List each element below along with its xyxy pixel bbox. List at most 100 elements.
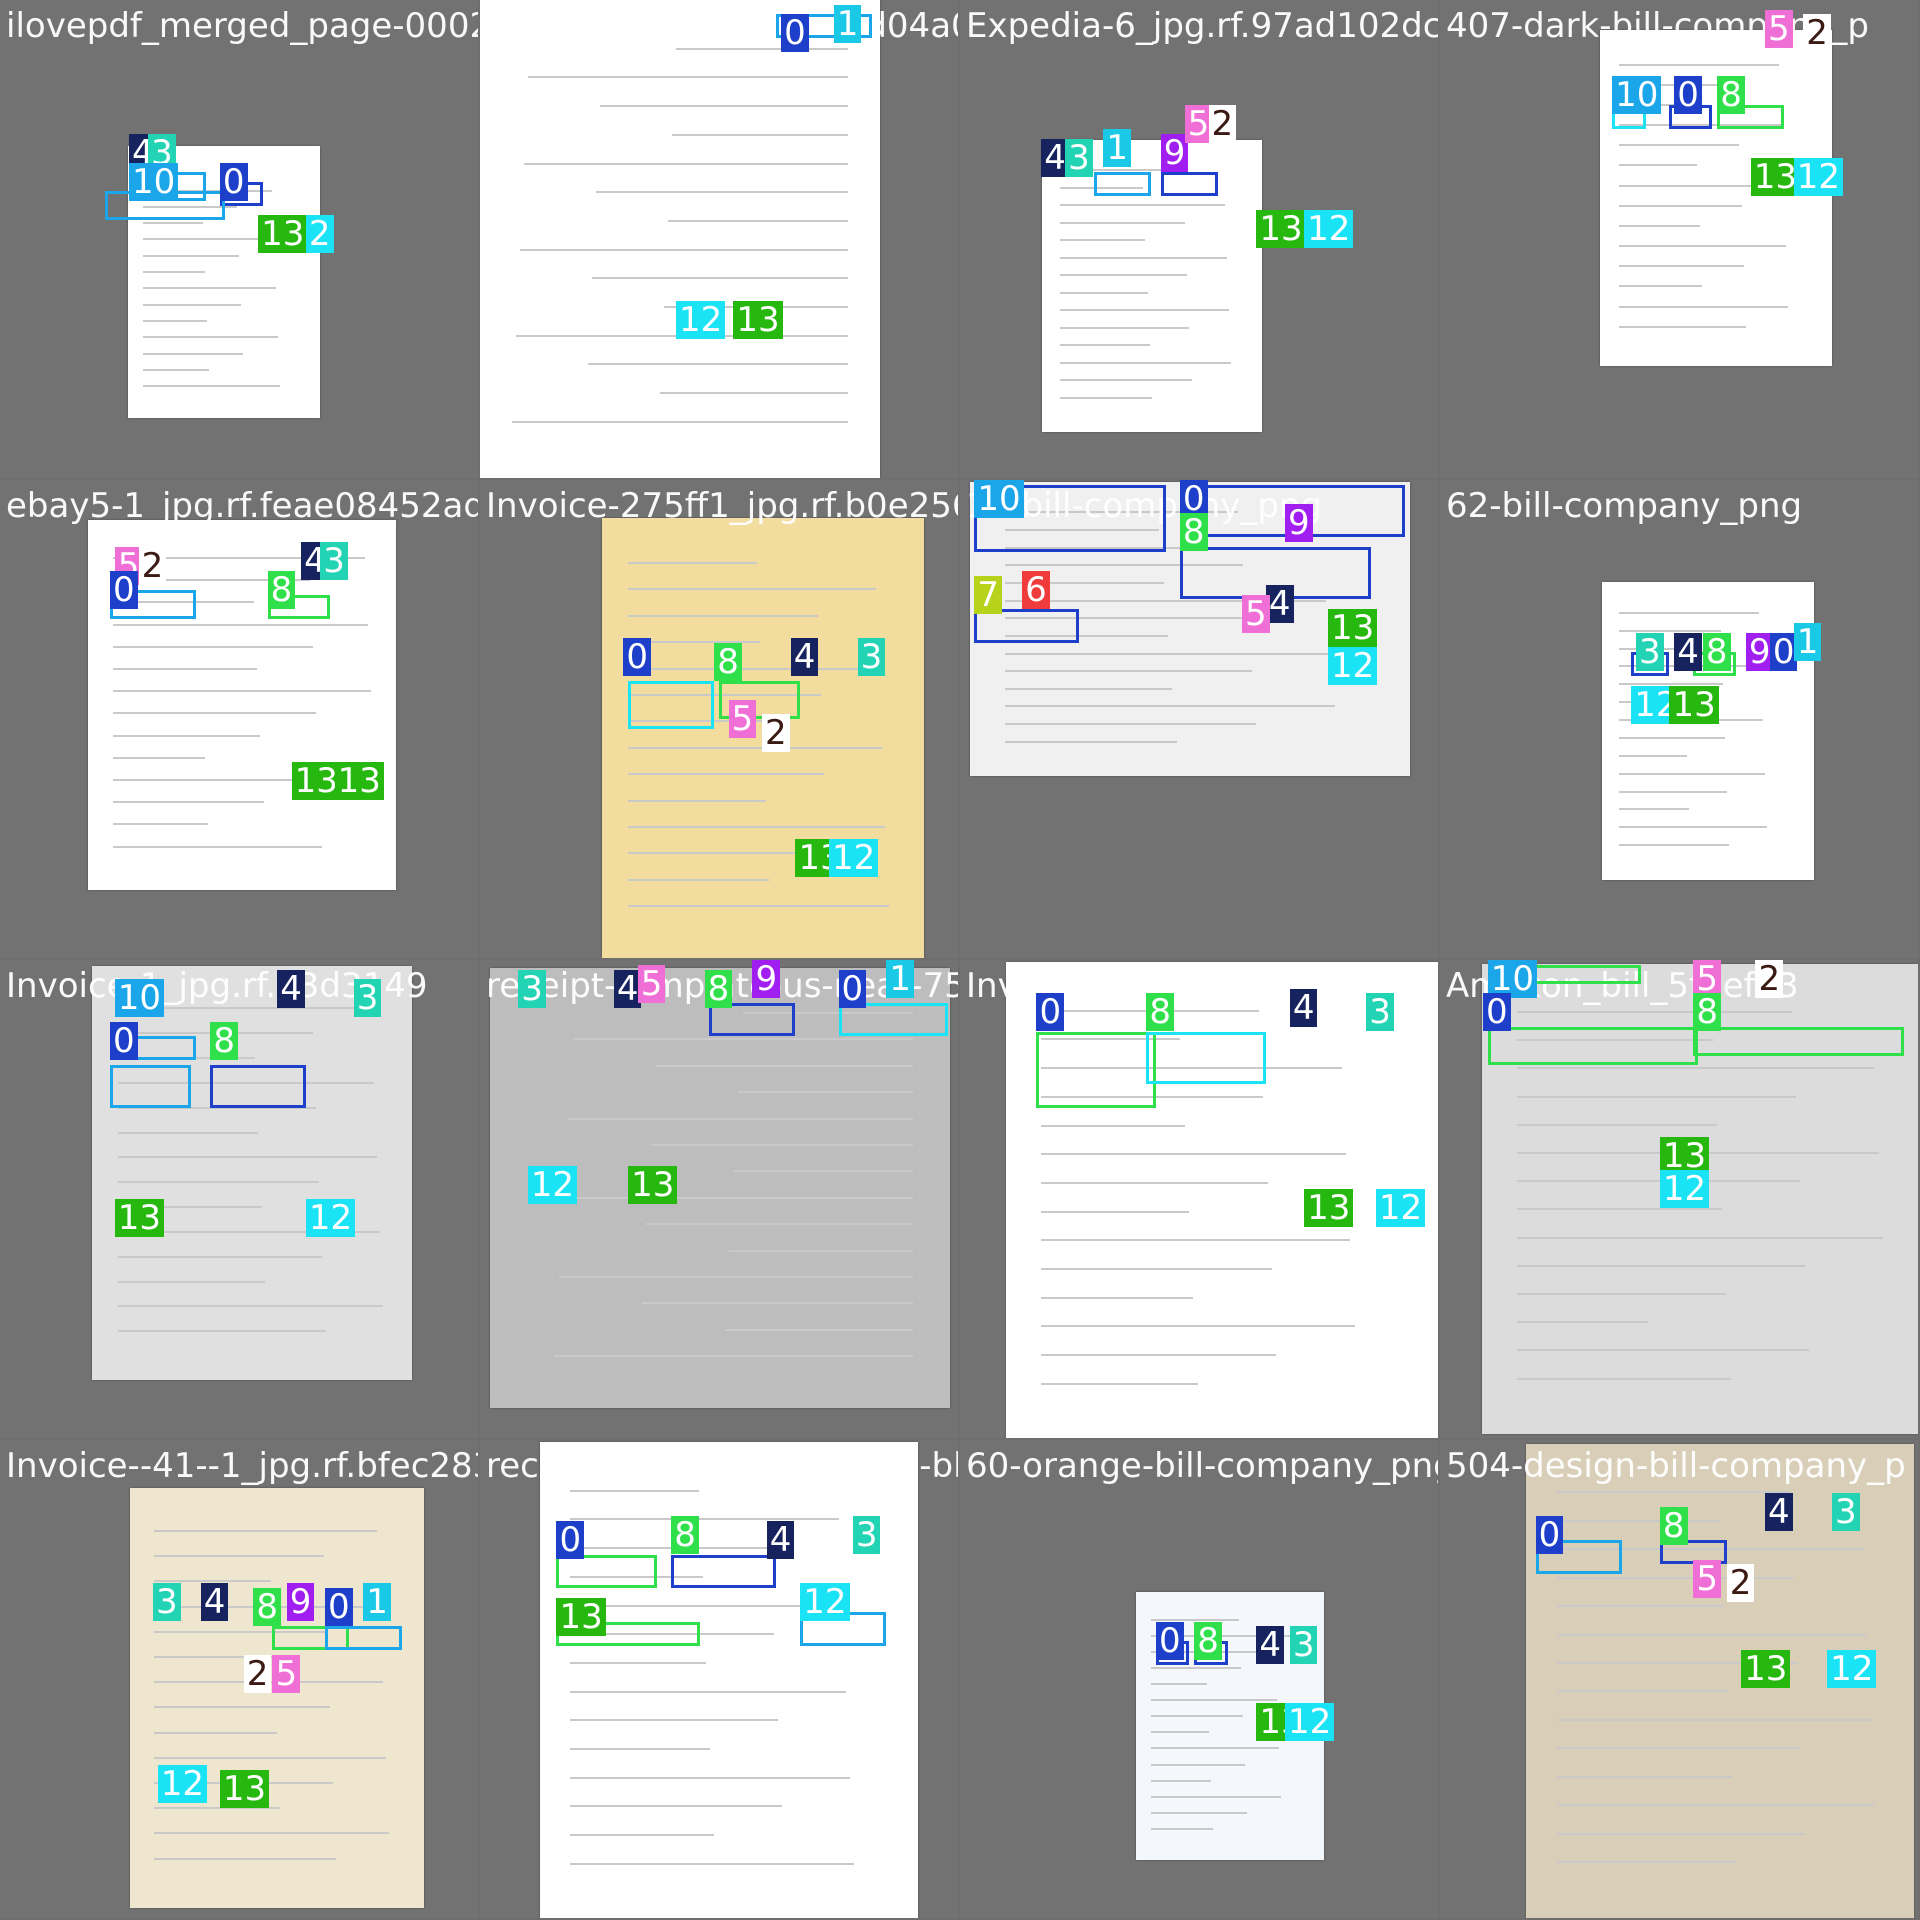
document-text-line: [1557, 1718, 1872, 1721]
class-label-3: 3: [152, 1583, 181, 1622]
document-text-line: [143, 303, 242, 306]
document-text-line: [1618, 164, 1698, 167]
document-text-line: [1557, 1491, 1790, 1494]
class-label-12: 12: [800, 1583, 850, 1622]
document-text-line: [112, 623, 369, 626]
document-text-line: [1618, 772, 1766, 775]
class-label-13: 13: [733, 301, 783, 340]
document-text-line: [1040, 1153, 1347, 1156]
document-text-line: [1516, 1180, 1801, 1183]
document-text-line: [641, 1302, 914, 1305]
class-label-10: 10: [114, 979, 164, 1018]
document-text-line: [117, 1255, 323, 1258]
tile-filename: Invoice--41--1_jpg.rf.bfec283: [6, 1446, 478, 1486]
document-text-line: [570, 1776, 850, 1779]
class-label-6: 6: [1022, 570, 1050, 609]
class-label-4: 4: [1674, 632, 1702, 671]
document-text-line: [1618, 305, 1788, 308]
document-text-line: [143, 385, 280, 388]
class-label-3: 3: [1289, 1626, 1318, 1665]
document-text-line: [112, 823, 209, 826]
document-text-line: [738, 1091, 914, 1094]
class-label-2: 2: [243, 1655, 272, 1694]
class-label-4: 4: [277, 969, 305, 1008]
class-label-2: 2: [1208, 105, 1237, 144]
class-label-3: 3: [852, 1516, 881, 1555]
document-text-line: [1516, 1236, 1884, 1239]
document-text-line: [1516, 1123, 1718, 1126]
document-page: [92, 966, 412, 1380]
class-label-0: 0: [781, 14, 809, 53]
document-text-line: [1516, 1067, 1875, 1070]
document-text-line: [1618, 844, 1730, 847]
document-text-line: [627, 588, 876, 591]
document-page: [540, 1442, 918, 1918]
document-page: [130, 1488, 424, 1908]
document-text-line: [143, 320, 207, 323]
document-text-line: [1618, 754, 1687, 757]
document-text-line: [1040, 1210, 1190, 1213]
document-text-line: [112, 734, 261, 737]
document-text-line: [1151, 1699, 1277, 1702]
tile-filename: ilovepdf_merged_page-0002: [6, 6, 478, 46]
class-label-12: 12: [1328, 647, 1378, 686]
class-label-0: 0: [219, 162, 248, 201]
tile-filename: Invoice-275ff1_jpg.rf.b0e256: [486, 486, 958, 526]
document-text-line: [1059, 361, 1232, 364]
document-text-line: [600, 105, 848, 108]
document-text-line: [143, 336, 278, 339]
document-text-line: [627, 826, 886, 828]
document-text-line: [1059, 379, 1192, 382]
document-text-line: [627, 614, 818, 617]
class-label-0: 0: [1674, 76, 1702, 115]
mosaic-tile: Expedia-6_jpg.rf.97ad102dcc4 4 3 1 9 5 2 13 12: [960, 0, 1438, 478]
document-text-line: [733, 1170, 914, 1173]
document-text-line: [1151, 1763, 1246, 1766]
document-text-line: [112, 645, 313, 648]
class-label-13: 13: [1328, 609, 1378, 648]
tile-filename: ebay5-1_jpg.rf.feae08452ad: [6, 486, 478, 526]
document-text-line: [153, 1756, 386, 1759]
class-label-2: 2: [1726, 1564, 1755, 1603]
class-label-8: 8: [1659, 1506, 1688, 1545]
class-label-0: 0: [1155, 1621, 1184, 1660]
document-text-line: [143, 271, 205, 274]
annotation-box: [1693, 1026, 1904, 1056]
mosaic-tile: Invoice-275ff1_jpg.rf.b0e256 0 8 4 3 5 2 13 12: [480, 480, 958, 958]
document-text-line: [570, 1719, 779, 1722]
class-label-12: 12: [1793, 157, 1843, 196]
annotation-box: [628, 680, 715, 729]
class-label-5: 5: [1242, 594, 1270, 633]
annotation-box: [109, 1065, 192, 1109]
class-label-5: 5: [1765, 9, 1793, 48]
document-text-line: [143, 287, 276, 290]
tile-filename: 60-orange-bill-company_png: [966, 1446, 1438, 1486]
document-text-line: [559, 1276, 914, 1278]
document-text-line: [1618, 265, 1744, 268]
class-label-13: 13: [1669, 685, 1719, 724]
class-label-1: 1: [1793, 623, 1822, 662]
class-label-8: 8: [267, 570, 296, 609]
class-label-12: 12: [1659, 1170, 1710, 1209]
class-label-0: 0: [838, 969, 867, 1008]
document-text-line: [1618, 325, 1747, 328]
mosaic-tile: receipt-template-us-band-blue 0 8 4 3 13 12: [480, 1440, 958, 1918]
class-label-3: 3: [1831, 1492, 1860, 1531]
document-text-line: [1151, 1667, 1242, 1670]
class-label-8: 8: [671, 1516, 699, 1555]
class-label-13: 13: [334, 762, 384, 801]
class-label-10: 10: [974, 480, 1024, 518]
document-text-line: [1040, 1353, 1277, 1356]
class-label-8: 8: [714, 642, 742, 681]
class-label-8: 8: [1702, 632, 1731, 671]
class-label-0: 0: [1535, 1516, 1564, 1555]
class-label-4: 4: [766, 1521, 795, 1560]
document-page: [1602, 582, 1814, 880]
class-label-12: 12: [1827, 1650, 1877, 1689]
document-text-line: [1618, 808, 1689, 811]
class-label-0: 0: [325, 1588, 353, 1627]
document-text-line: [117, 1280, 265, 1283]
document-text-line: [570, 1747, 711, 1750]
document-text-line: [1059, 204, 1225, 207]
document-text-line: [570, 1489, 699, 1492]
